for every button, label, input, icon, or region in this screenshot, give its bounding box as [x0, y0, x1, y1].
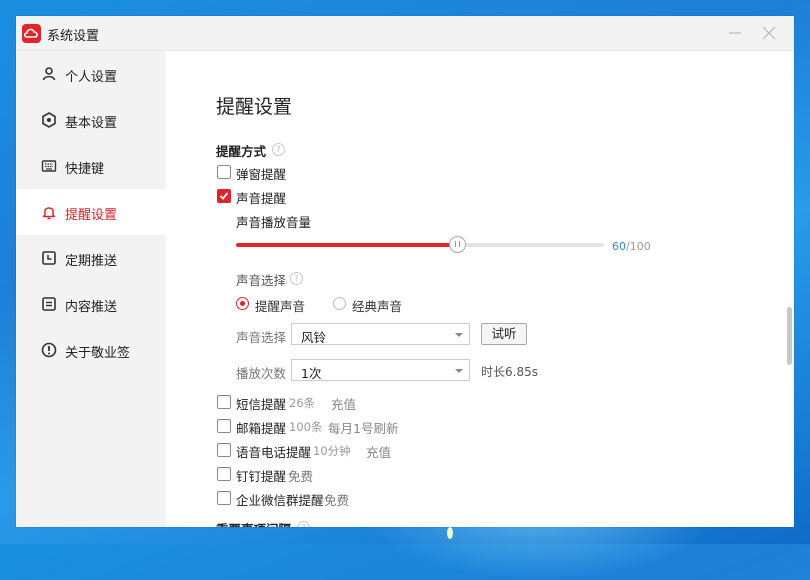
sidebar-item-label: 提醒设置 — [65, 208, 118, 223]
voice-call-reminder-checkbox[interactable] — [217, 443, 231, 457]
volume-slider-handle[interactable] — [448, 236, 466, 253]
email-reminder-label: 邮箱提醒 — [236, 421, 287, 436]
content-scrollbar[interactable] — [787, 307, 792, 365]
sidebar: 个人设置 基本设置 快捷键 提醒设置 定期推送 内容推送 关于敬业签 — [16, 51, 166, 527]
window-title: 系统设置 — [47, 29, 100, 44]
email-reminder-checkbox[interactable] — [217, 419, 231, 433]
chevron-down-icon — [455, 333, 463, 337]
volume-current: 60 — [612, 240, 626, 253]
reminder-method-heading: 提醒方式 — [216, 144, 267, 159]
title-bar[interactable]: 系统设置 — [16, 16, 794, 51]
dingtalk-price-note: 免费 — [288, 469, 314, 484]
wecom-price-note: 免费 — [324, 493, 350, 508]
clock-icon — [41, 250, 57, 266]
settings-content: 提醒设置 提醒方式 ? 弹窗提醒 声音提醒 声音播放音量 60/100 声音选择… — [166, 51, 794, 527]
classic-sound-label: 经典声音 — [352, 299, 403, 314]
play-count-label: 播放次数 — [236, 366, 287, 381]
desktop-cursor-drop — [447, 527, 453, 539]
sound-reminder-label: 声音提醒 — [236, 191, 287, 206]
test-sound-button[interactable]: 试听 — [481, 323, 527, 345]
help-icon[interactable]: ? — [272, 143, 285, 156]
sidebar-item-label: 个人设置 — [65, 70, 118, 85]
info-icon — [41, 342, 57, 358]
chevron-down-icon — [455, 369, 463, 373]
close-button[interactable] — [758, 22, 780, 44]
popup-reminder-checkbox[interactable] — [217, 165, 231, 179]
volume-slider-fill — [236, 243, 457, 247]
sidebar-item-personal[interactable]: 个人设置 — [16, 51, 166, 97]
gear-icon — [41, 112, 57, 128]
sms-quota: 26条 — [289, 396, 316, 410]
sidebar-item-label: 内容推送 — [65, 300, 118, 315]
document-icon — [41, 296, 57, 312]
play-count-value: 1次 — [301, 366, 322, 381]
sidebar-item-about[interactable]: 关于敬业签 — [16, 327, 166, 373]
email-refresh-note: 每月1号刷新 — [328, 421, 399, 436]
sound-choice-heading: 声音选择 — [236, 273, 287, 288]
volume-label: 声音播放音量 — [236, 215, 312, 230]
sound-select-value: 风铃 — [301, 330, 327, 345]
sidebar-item-reminders[interactable]: 提醒设置 — [16, 189, 166, 235]
sms-reminder-label: 短信提醒 — [236, 397, 287, 412]
email-quota: 100条 — [289, 420, 323, 434]
sidebar-item-label: 基本设置 — [65, 116, 118, 131]
voice-call-recharge-link[interactable]: 充值 — [366, 442, 391, 461]
sound-reminder-checkbox[interactable] — [217, 189, 231, 203]
volume-max: /100 — [626, 240, 651, 253]
reminder-sound-label: 提醒声音 — [255, 299, 306, 314]
sound-select-label: 声音选择 — [236, 330, 287, 345]
sidebar-item-label: 关于敬业签 — [65, 346, 131, 361]
wecom-group-reminder-label: 企业微信群提醒 — [236, 493, 324, 508]
keyboard-icon — [41, 158, 57, 174]
play-count-dropdown[interactable]: 1次 — [291, 359, 470, 381]
minimize-button[interactable] — [724, 22, 746, 44]
help-icon[interactable]: ? — [297, 521, 310, 527]
app-logo-icon — [22, 24, 41, 43]
settings-window: 系统设置 个人设置 基本设置 快捷键 提醒设置 定期推送 内容推送 关于敬业签 … — [16, 16, 794, 527]
sms-recharge-link[interactable]: 充值 — [331, 394, 356, 413]
checkmark-icon — [219, 192, 229, 200]
reminder-sound-radio[interactable] — [236, 297, 249, 310]
sms-reminder-checkbox[interactable] — [217, 395, 231, 409]
wecom-group-reminder-checkbox[interactable] — [217, 491, 231, 505]
sound-select-dropdown[interactable]: 风铃 — [291, 323, 470, 345]
volume-readout: 60/100 — [612, 240, 651, 253]
page-title: 提醒设置 — [216, 96, 293, 118]
sidebar-item-label: 快捷键 — [65, 162, 105, 177]
volume-slider[interactable] — [236, 236, 604, 253]
sidebar-item-scheduled-push[interactable]: 定期推送 — [16, 235, 166, 281]
sidebar-item-shortcuts[interactable]: 快捷键 — [16, 143, 166, 189]
dingtalk-reminder-label: 钉钉提醒 — [236, 469, 287, 484]
help-icon[interactable]: ? — [290, 272, 303, 285]
bell-icon — [41, 204, 57, 220]
voice-call-quota: 10分钟 — [313, 444, 351, 458]
sidebar-item-label: 定期推送 — [65, 254, 118, 269]
sidebar-item-basic[interactable]: 基本设置 — [16, 97, 166, 143]
important-interval-heading: 重要事项间隔 — [216, 519, 291, 527]
user-icon — [41, 66, 57, 82]
duration-text: 时长6.85s — [481, 365, 538, 379]
voice-call-reminder-label: 语音电话提醒 — [236, 445, 312, 460]
classic-sound-radio[interactable] — [333, 297, 346, 310]
popup-reminder-label: 弹窗提醒 — [236, 167, 287, 182]
sidebar-item-content-push[interactable]: 内容推送 — [16, 281, 166, 327]
dingtalk-reminder-checkbox[interactable] — [217, 467, 231, 481]
